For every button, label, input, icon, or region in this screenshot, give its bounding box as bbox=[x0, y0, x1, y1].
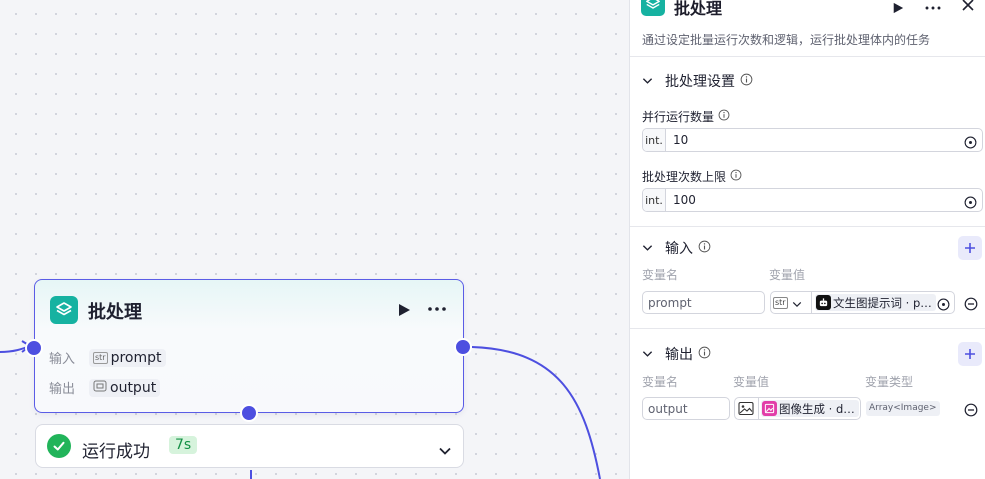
chevron-down-icon[interactable] bbox=[642, 346, 653, 362]
remove-input-icon[interactable] bbox=[964, 296, 978, 315]
add-output-button[interactable] bbox=[958, 342, 982, 366]
chevron-down-icon[interactable] bbox=[438, 441, 452, 460]
more-icon[interactable] bbox=[924, 0, 942, 18]
more-icon[interactable] bbox=[427, 301, 447, 320]
divider bbox=[630, 226, 985, 227]
remove-output-icon[interactable] bbox=[964, 402, 978, 421]
run-status-bar[interactable]: 运行成功 7s bbox=[35, 424, 464, 468]
close-icon[interactable] bbox=[961, 0, 975, 16]
variable-ref-icon[interactable] bbox=[964, 194, 977, 213]
output-var: output bbox=[110, 379, 157, 396]
output-tag: output bbox=[89, 378, 161, 397]
info-icon[interactable] bbox=[730, 169, 742, 184]
output-col-name: 变量名 bbox=[642, 375, 679, 389]
batch-limit-label: 批处理次数上限 bbox=[642, 170, 727, 184]
status-time-badge: 7s bbox=[169, 436, 198, 454]
output-ref-text: 图像生成 · d… bbox=[779, 401, 855, 416]
body-port[interactable] bbox=[240, 404, 258, 422]
inputs-section-header[interactable]: 输入 bbox=[642, 238, 711, 258]
variable-ref-icon[interactable] bbox=[937, 296, 950, 315]
divider bbox=[630, 328, 985, 329]
input-var: prompt bbox=[110, 349, 162, 366]
type-selector[interactable]: str bbox=[773, 294, 802, 311]
output-var-value-field[interactable]: 图像生成 · d… bbox=[734, 397, 861, 420]
divider bbox=[758, 398, 759, 419]
str-type-icon: str bbox=[93, 351, 108, 364]
layers-icon bbox=[50, 296, 78, 324]
input-tag: str prompt bbox=[89, 348, 166, 367]
settings-section-header[interactable]: 批处理设置 bbox=[642, 71, 753, 91]
info-icon[interactable] bbox=[698, 346, 711, 363]
input-var-name-field[interactable]: prompt bbox=[642, 291, 765, 314]
run-icon[interactable] bbox=[397, 302, 411, 321]
parallel-count-label: 并行运行数量 bbox=[642, 110, 715, 124]
image-type-icon bbox=[738, 401, 754, 420]
info-icon[interactable] bbox=[740, 73, 753, 90]
node-output-row: 输出 output bbox=[49, 378, 161, 397]
outputs-section-header[interactable]: 输出 bbox=[642, 344, 711, 364]
inputs-heading: 输入 bbox=[665, 241, 693, 257]
settings-heading: 批处理设置 bbox=[665, 74, 735, 90]
batch-limit-label-row: 批处理次数上限 bbox=[642, 168, 742, 185]
input-label: 输入 bbox=[49, 352, 76, 367]
node-title: 批处理 bbox=[88, 302, 142, 323]
info-icon[interactable] bbox=[698, 240, 711, 257]
int-type-prefix: int. bbox=[643, 189, 666, 211]
input-col-name: 变量名 bbox=[642, 268, 679, 282]
layers-icon bbox=[641, 0, 665, 16]
input-var-value-field[interactable]: str 文生图提示词 · p… bbox=[770, 291, 955, 314]
info-icon[interactable] bbox=[718, 109, 730, 124]
parallel-count-value[interactable]: 10 bbox=[673, 133, 688, 147]
batch-node[interactable]: 批处理 输入 str prompt 输出 output bbox=[34, 279, 464, 413]
output-var-name-field[interactable]: output bbox=[642, 397, 730, 420]
chevron-down-icon[interactable] bbox=[642, 240, 653, 256]
str-type-icon: str bbox=[773, 296, 788, 309]
workflow-canvas[interactable]: 批处理 输入 str prompt 输出 output 运行成功 7s bbox=[0, 0, 629, 479]
output-label: 输出 bbox=[49, 382, 76, 397]
success-check-icon bbox=[47, 434, 71, 458]
outputs-heading: 输出 bbox=[665, 347, 693, 363]
chevron-down-icon bbox=[792, 293, 802, 312]
robot-icon bbox=[816, 295, 831, 310]
input-col-value: 变量值 bbox=[769, 268, 806, 282]
input-port[interactable] bbox=[25, 339, 43, 357]
output-port[interactable] bbox=[454, 338, 472, 356]
node-config-panel: 批处理 通过设定批量运行次数和逻辑，运行批处理体内的任务 批处理设置 并行运行数… bbox=[629, 0, 985, 479]
array-type-icon bbox=[93, 380, 107, 396]
image-gen-icon bbox=[762, 401, 777, 416]
status-text: 运行成功 bbox=[82, 442, 150, 462]
panel-title: 批处理 bbox=[674, 0, 723, 18]
output-ref-chip[interactable]: 图像生成 · d… bbox=[761, 400, 859, 417]
int-type-prefix: int. bbox=[643, 129, 666, 151]
output-col-type: 变量类型 bbox=[865, 375, 914, 389]
add-input-button[interactable] bbox=[958, 236, 982, 260]
variable-ref-icon[interactable] bbox=[964, 134, 977, 153]
batch-limit-input[interactable]: int. 100 bbox=[642, 188, 983, 212]
batch-limit-value[interactable]: 100 bbox=[673, 193, 696, 207]
parallel-count-label-row: 并行运行数量 bbox=[642, 108, 730, 125]
output-col-value: 变量值 bbox=[733, 375, 770, 389]
panel-description: 通过设定批量运行次数和逻辑，运行批处理体内的任务 bbox=[642, 33, 931, 47]
chevron-down-icon[interactable] bbox=[642, 73, 653, 89]
divider bbox=[811, 292, 812, 313]
output-type-chip: Array<Image> bbox=[866, 401, 940, 416]
node-input-row: 输入 str prompt bbox=[49, 348, 166, 367]
input-ref-chip[interactable]: 文生图提示词 · p… bbox=[815, 294, 936, 311]
parallel-count-input[interactable]: int. 10 bbox=[642, 128, 983, 152]
run-icon[interactable] bbox=[892, 0, 904, 18]
divider bbox=[630, 56, 985, 57]
input-ref-text: 文生图提示词 · p… bbox=[833, 295, 932, 310]
